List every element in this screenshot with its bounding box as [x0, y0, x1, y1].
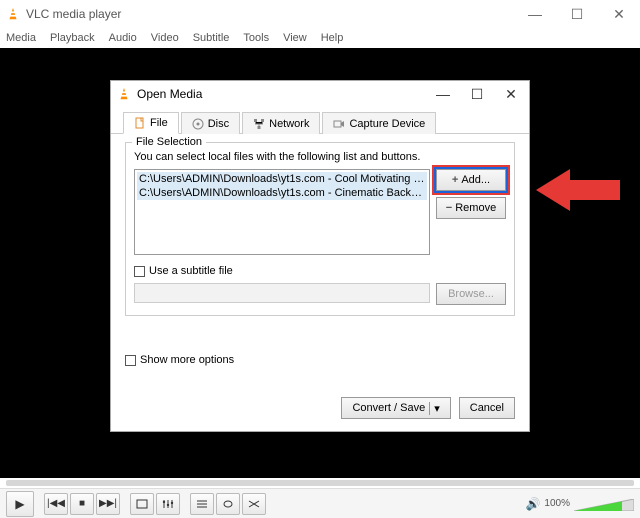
disc-icon: [192, 118, 204, 130]
remove-button[interactable]: − Remove: [436, 197, 506, 219]
playlist-button[interactable]: [190, 493, 214, 515]
dialog-close-button[interactable]: ✕: [499, 86, 523, 103]
file-selection-legend: File Selection: [132, 136, 206, 148]
seekbar[interactable]: [0, 478, 640, 488]
play-button[interactable]: ▶: [6, 491, 34, 517]
app-title: VLC media player: [26, 7, 121, 21]
vlc-logo-icon: [6, 7, 20, 21]
show-more-options-label: Show more options: [140, 354, 234, 366]
menu-video[interactable]: Video: [151, 32, 179, 44]
shuffle-button[interactable]: [242, 493, 266, 515]
tab-file[interactable]: File: [123, 112, 179, 134]
volume-control: 🔊 100%: [525, 497, 634, 511]
menu-media[interactable]: Media: [6, 32, 36, 44]
plus-icon: +: [452, 174, 458, 186]
network-icon: [253, 118, 265, 130]
capture-icon: [333, 118, 345, 130]
convert-save-button[interactable]: Convert / Save ▾: [341, 397, 450, 419]
close-button[interactable]: ✕: [598, 0, 640, 28]
dialog-minimize-button[interactable]: —: [431, 86, 455, 103]
dropdown-icon: ▾: [429, 402, 440, 415]
menu-tools[interactable]: Tools: [243, 32, 269, 44]
window-buttons: — ☐ ✕: [514, 0, 640, 28]
subtitle-path-input: [134, 283, 430, 303]
dialog-title: Open Media: [137, 87, 202, 101]
playback-controls: ▶ |◀◀ ■ ▶▶| 🔊 100%: [0, 488, 640, 518]
volume-slider[interactable]: [574, 498, 634, 510]
dialog-titlebar: Open Media — ☐ ✕: [111, 81, 529, 107]
file-icon: [134, 117, 146, 129]
annotation-arrow: [536, 163, 620, 222]
cancel-button[interactable]: Cancel: [459, 397, 515, 419]
stop-button[interactable]: ■: [70, 493, 94, 515]
menu-subtitle[interactable]: Subtitle: [193, 32, 230, 44]
file-selection-group: File Selection You can select local file…: [125, 142, 515, 316]
menu-help[interactable]: Help: [321, 32, 344, 44]
volume-percent: 100%: [544, 498, 570, 509]
tab-network[interactable]: Network: [242, 112, 320, 134]
minimize-button[interactable]: —: [514, 0, 556, 28]
list-item[interactable]: C:\Users\ADMIN\Downloads\yt1s.com - Cine…: [137, 186, 427, 200]
next-button[interactable]: ▶▶|: [96, 493, 120, 515]
add-button[interactable]: + Add...: [436, 169, 506, 191]
tab-disc[interactable]: Disc: [181, 112, 240, 134]
open-media-dialog: Open Media — ☐ ✕ File Disc Network Captu…: [110, 80, 530, 432]
fullscreen-button[interactable]: [130, 493, 154, 515]
vlc-logo-icon: [117, 87, 131, 101]
loop-button[interactable]: [216, 493, 240, 515]
menu-playback[interactable]: Playback: [50, 32, 95, 44]
dialog-footer: Convert / Save ▾ Cancel: [111, 391, 529, 431]
menubar: Media Playback Audio Video Subtitle Tool…: [0, 28, 640, 48]
use-subtitle-checkbox[interactable]: [134, 266, 145, 277]
menu-view[interactable]: View: [283, 32, 307, 44]
dialog-tabs: File Disc Network Capture Device: [111, 107, 529, 134]
dialog-body: File Selection You can select local file…: [111, 134, 529, 391]
list-item[interactable]: C:\Users\ADMIN\Downloads\yt1s.com - Cool…: [137, 172, 427, 186]
tab-capture[interactable]: Capture Device: [322, 112, 436, 134]
minus-icon: −: [446, 202, 452, 214]
prev-button[interactable]: |◀◀: [44, 493, 68, 515]
maximize-button[interactable]: ☐: [556, 0, 598, 28]
ext-settings-button[interactable]: [156, 493, 180, 515]
speaker-icon[interactable]: 🔊: [525, 497, 540, 511]
file-list[interactable]: C:\Users\ADMIN\Downloads\yt1s.com - Cool…: [134, 169, 430, 255]
dialog-maximize-button[interactable]: ☐: [465, 86, 489, 103]
use-subtitle-label: Use a subtitle file: [149, 265, 233, 277]
menu-audio[interactable]: Audio: [109, 32, 137, 44]
titlebar: VLC media player — ☐ ✕: [0, 0, 640, 28]
show-more-options-checkbox[interactable]: [125, 355, 136, 366]
browse-button: Browse...: [436, 283, 506, 305]
file-selection-hint: You can select local files with the foll…: [134, 151, 506, 163]
